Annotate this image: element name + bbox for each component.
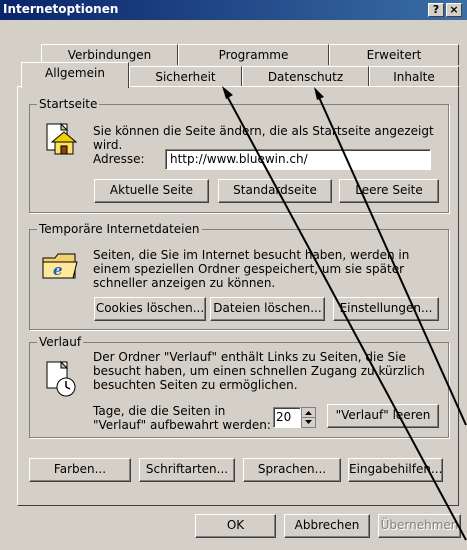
tab-erweitert[interactable]: Erweitert xyxy=(329,44,459,65)
svg-text:e: e xyxy=(53,261,63,279)
cancel-button[interactable]: Abbrechen xyxy=(284,514,370,538)
settings-button[interactable]: Einstellungen... xyxy=(333,297,439,321)
tab-sicherheit[interactable]: Sicherheit xyxy=(129,66,242,87)
ok-button[interactable]: OK xyxy=(195,514,276,538)
close-button[interactable]: × xyxy=(446,3,462,17)
history-days-input[interactable]: 20 xyxy=(273,407,301,428)
history-description: Der Ordner "Verlauf" enthält Links zu Se… xyxy=(93,350,425,392)
empty-page-button[interactable]: Leere Seite xyxy=(339,179,439,203)
address-label: Adresse: xyxy=(93,152,145,166)
history-days-label: Tage, die die Seiten in "Verlauf" aufbew… xyxy=(93,404,271,432)
ie-folder-icon: e xyxy=(41,248,79,285)
languages-button[interactable]: Sprachen... xyxy=(243,458,341,482)
standard-page-button[interactable]: Standardseite xyxy=(218,179,332,203)
tab-inhalte[interactable]: Inhalte xyxy=(369,66,459,87)
startseite-description: Sie können die Seite ändern, die als Sta… xyxy=(93,124,434,152)
fonts-button[interactable]: Schriftarten... xyxy=(139,458,235,482)
delete-files-button[interactable]: Dateien löschen... xyxy=(210,297,325,321)
temp-files-legend: Temporäre Internetdateien xyxy=(37,222,202,236)
address-input[interactable]: http://www.bluewin.ch/ xyxy=(165,149,431,170)
home-page-icon xyxy=(44,122,78,159)
tab-allgemein[interactable]: Allgemein xyxy=(21,62,129,88)
history-days-spinner[interactable] xyxy=(301,407,316,428)
apply-button[interactable]: Übernehmen xyxy=(378,514,461,538)
current-page-button[interactable]: Aktuelle Seite xyxy=(94,179,209,203)
colors-button[interactable]: Farben... xyxy=(29,458,131,482)
help-button[interactable]: ? xyxy=(428,3,444,17)
delete-cookies-button[interactable]: Cookies löschen... xyxy=(94,297,206,321)
accessibility-button[interactable]: Eingabehilfen... xyxy=(348,458,443,482)
clear-history-button[interactable]: "Verlauf" leeren xyxy=(327,404,439,428)
title-bar: Internetoptionen ? × xyxy=(0,0,467,20)
window-title: Internetoptionen xyxy=(3,2,119,16)
tab-programme[interactable]: Programme xyxy=(178,44,329,65)
temp-files-description: Seiten, die Sie im Internet besucht habe… xyxy=(93,248,410,290)
history-clock-icon xyxy=(44,360,78,401)
history-legend: Verlauf xyxy=(37,335,84,349)
startseite-legend: Startseite xyxy=(37,97,100,111)
tab-datenschutz[interactable]: Datenschutz xyxy=(242,66,369,87)
